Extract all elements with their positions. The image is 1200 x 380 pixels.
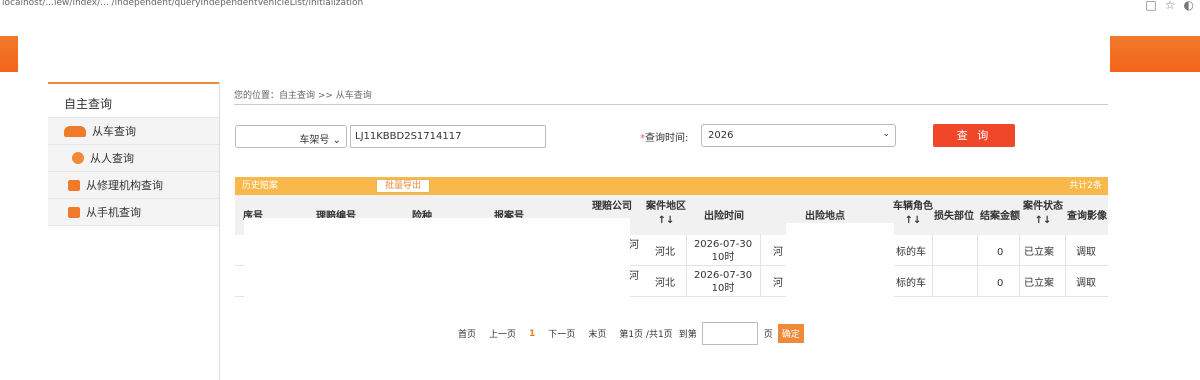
redacted-area [786, 223, 894, 319]
history-title: 历史赔案 [242, 181, 279, 191]
goto-label: 到第 [678, 330, 697, 340]
cell-status: 已立案 [1024, 247, 1054, 258]
sidebar-item-vehicle[interactable]: 从车查询 [48, 118, 219, 145]
tab-icon[interactable]: □ [1145, 0, 1156, 12]
header-loss: 损失部位 [934, 211, 974, 222]
page-unit: 页 [763, 330, 773, 340]
history-bar: 历史赔案 批量导出 共计2条 [235, 177, 1108, 195]
confirm-button[interactable]: 确定 [777, 324, 804, 343]
cell-amount: 0 [997, 247, 1004, 258]
query-time-text: 查询时间: [645, 133, 689, 144]
cell-place: 河 [773, 247, 783, 258]
sidebar-item-label: 从车查询 [92, 125, 136, 138]
sidebar-title: 自主查询 [48, 82, 219, 118]
query-row: 车架号 ⌄ LJ11KBBD2S1714117 [235, 124, 546, 148]
cell-status: 已立案 [1024, 278, 1054, 289]
sidebar-item-label: 从人查询 [90, 152, 134, 165]
extension-icon[interactable]: ◐ [1184, 0, 1194, 12]
sidebar-item-repair[interactable]: 从修理机构查询 [48, 172, 219, 199]
header-place: 出险地点 [805, 211, 845, 222]
person-icon [72, 152, 84, 164]
current-page: 1 [529, 328, 536, 339]
url-bar[interactable]: localhost/...iew/index/... /independent/… [0, 0, 1200, 14]
year-value: 2026 [708, 130, 734, 141]
header-banner-left [0, 36, 18, 72]
fetch-image-link[interactable]: 调取 [1076, 246, 1096, 259]
header-amount: 结案金额 [980, 211, 1020, 222]
cell-amount: 0 [997, 278, 1004, 289]
browser-controls: □ ☆ ◐ [1145, 0, 1194, 12]
sidebar-item-person[interactable]: 从人查询 [48, 145, 219, 172]
sidebar-item-phone[interactable]: 从手机查询 [48, 199, 219, 226]
repair-icon [68, 179, 80, 191]
cell-place: 河 [773, 278, 783, 289]
next-page-link[interactable]: 下一页 [548, 327, 575, 340]
redacted-area [244, 218, 630, 308]
year-select[interactable]: 2026 ⌄ [701, 124, 896, 147]
pagination: 首页 上一页 1 下一页 末页 第1页 /共1页 到第 页 确定 [458, 322, 817, 345]
page-info: 第1页 /共1页 [619, 330, 673, 340]
header-role[interactable]: 车辆角色↑↓ [890, 200, 936, 228]
cell-role: 标的车 [896, 278, 926, 289]
cell-company: 河 [629, 240, 639, 251]
search-type-value: 车架号 [299, 134, 330, 146]
header-area[interactable]: 案件地区↑↓ [644, 200, 688, 228]
prev-page-link[interactable]: 上一页 [489, 327, 516, 340]
header-company: 理赔公司 [592, 201, 632, 212]
export-button[interactable]: 批量导出 [376, 179, 430, 193]
star-icon[interactable]: ☆ [1165, 0, 1176, 12]
search-type-select[interactable]: 车架号 ⌄ [235, 124, 347, 148]
sidebar-item-label: 从修理机构查询 [86, 179, 163, 192]
fetch-image-link[interactable]: 调取 [1076, 277, 1096, 290]
first-page-link[interactable]: 首页 [458, 327, 476, 340]
url-text: localhost/...iew/index/... /independent/… [2, 0, 364, 8]
sidebar: 自主查询 从车查询 从人查询 从修理机构查询 从手机查询 [48, 82, 220, 380]
sidebar-item-label: 从手机查询 [86, 206, 141, 219]
header-banner-right [1110, 36, 1200, 72]
breadcrumb: 您的位置：自主查询 >> 从车查询 [234, 88, 1108, 105]
header-time: 出险时间 [704, 211, 744, 222]
total-count: 共计2条 [1069, 181, 1102, 191]
cell-area: 河北 [655, 278, 675, 289]
cell-area: 河北 [655, 247, 675, 258]
query-time-label: *查询时间: [640, 129, 688, 144]
last-page-link[interactable]: 末页 [588, 327, 606, 340]
cell-time: 2026-07-30 10时 [693, 239, 753, 263]
chevron-down-icon: ⌄ [882, 129, 890, 139]
header-status[interactable]: 案件状态↑↓ [1020, 200, 1066, 228]
phone-icon [68, 206, 80, 218]
page-number-input[interactable] [701, 322, 758, 345]
cell-time: 2026-07-30 10时 [693, 270, 753, 294]
car-icon [64, 125, 86, 137]
cell-role: 标的车 [896, 247, 926, 258]
query-button[interactable]: 查 询 [933, 124, 1015, 147]
cell-company: 河 [629, 271, 639, 282]
vin-input[interactable]: LJ11KBBD2S1714117 [350, 124, 546, 148]
header-image: 查询影像 [1067, 211, 1107, 222]
